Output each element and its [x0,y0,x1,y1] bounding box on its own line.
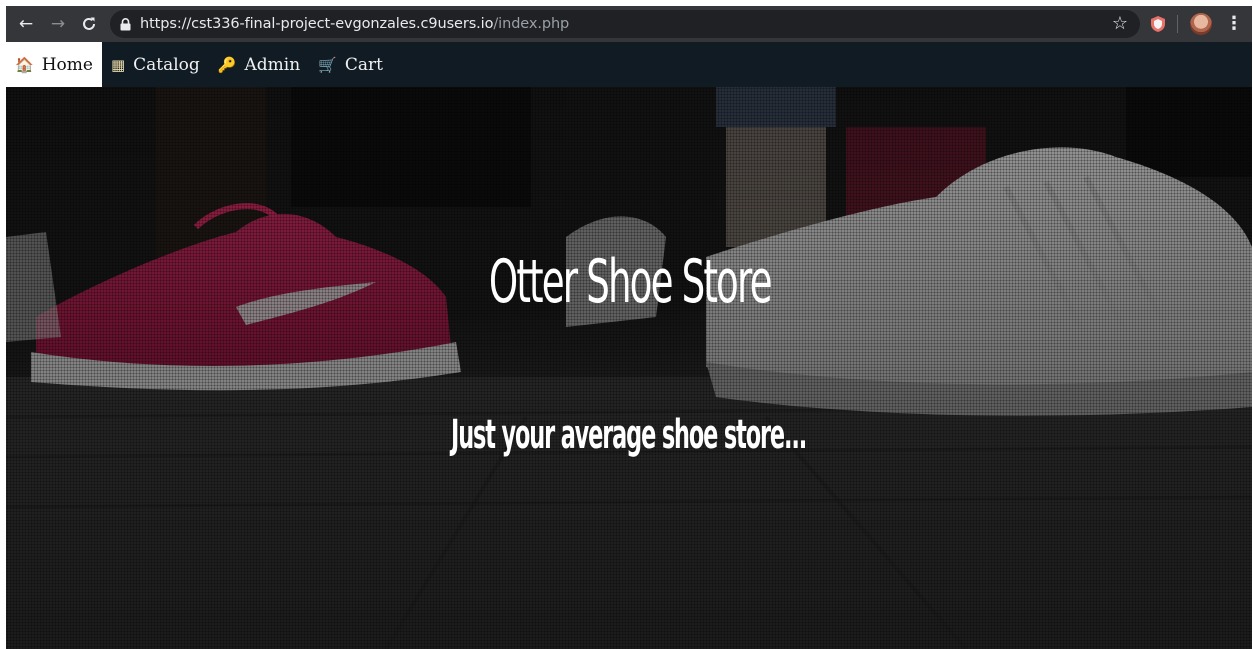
back-icon[interactable]: ← [11,6,41,42]
forward-icon[interactable]: → [43,6,73,42]
nav-label-catalog: Catalog [133,54,200,75]
url-path: /index.php [493,16,570,32]
key-icon: 🔑 [217,55,237,74]
shield-svg [1151,16,1165,32]
address-bar[interactable]: https://cst336-final-project-evgonzales.… [110,10,1140,38]
shield-extension-icon[interactable] [1143,6,1173,42]
nav-label-home: Home [41,54,93,75]
profile-avatar[interactable] [1190,13,1212,35]
hero-title: Otter Shoe Store [488,247,773,317]
lock-svg [120,17,130,30]
catalog-icon: ▦ [110,55,126,74]
browser-window: ← → https://cst336-final-project-evgonza… [6,6,1252,649]
reload-svg [83,17,95,30]
reload-icon[interactable] [74,6,104,42]
hero-background-photo [6,87,1252,649]
lock-icon [110,17,140,31]
browser-toolbar: ← → https://cst336-final-project-evgonza… [6,6,1252,42]
hero-banner: Otter Shoe Store Just your average shoe … [6,87,1252,649]
nav-item-cart[interactable]: 🛒 Cart [309,42,392,87]
nav-item-admin[interactable]: 🔑 Admin [209,42,309,87]
nav-label-admin: Admin [244,54,301,75]
toolbar-divider [1177,15,1178,33]
menu-kebab-icon[interactable]: ⋮ [1219,6,1249,42]
site-navbar: 🏠 Home ▦ Catalog 🔑 Admin 🛒 Cart [6,42,1252,87]
cart-icon: 🛒 [318,55,337,74]
home-icon: 🏠 [15,55,34,74]
url-host: https://cst336-final-project-evgonzales.… [140,16,494,32]
nav-item-home[interactable]: 🏠 Home [6,42,102,87]
nav-label-cart: Cart [344,54,383,75]
hero-subtitle: Just your average shoe store... [450,412,807,458]
bookmark-star-icon[interactable]: ☆ [1105,6,1135,42]
nav-item-catalog[interactable]: ▦ Catalog [102,42,209,87]
